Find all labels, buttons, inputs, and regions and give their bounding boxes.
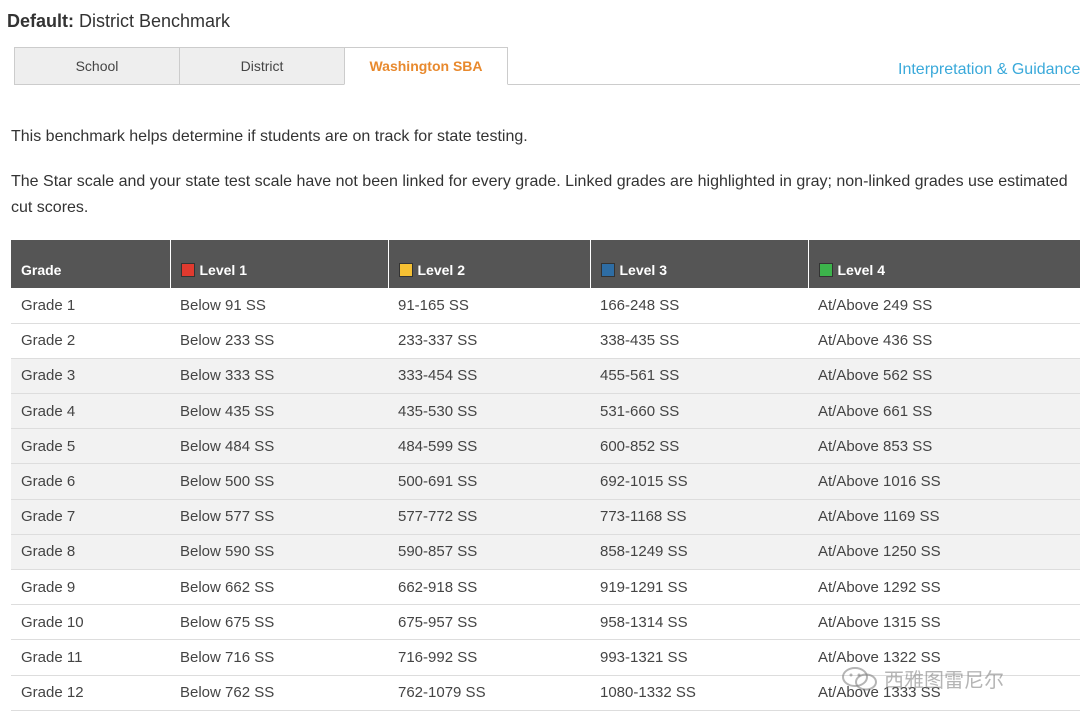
intro-text-2: The Star scale and your state test scale… xyxy=(11,173,1068,216)
cell-level-4: At/Above 562 SS xyxy=(808,358,1080,395)
cell-level-1: Below 435 SS xyxy=(170,393,388,430)
tab-washington-sba[interactable]: Washington SBA xyxy=(344,47,508,85)
cell-grade: Grade 9 xyxy=(11,569,170,606)
table-row: Grade 9 Below 662 SS 662-918 SS 919-1291 SS… xyxy=(11,569,1080,606)
cell-level-2: 333-454 SS xyxy=(388,358,590,395)
cell-grade: Grade 1 xyxy=(11,288,170,324)
header-level-2-label: Level 2 xyxy=(417,262,465,278)
cell-level-3: 338-435 SS xyxy=(590,323,808,359)
cell-level-1: Below 484 SS xyxy=(170,428,388,465)
cell-level-3: 166-248 SS xyxy=(590,288,808,324)
cell-level-1: Below 91 SS xyxy=(170,288,388,324)
header-grade: Grade xyxy=(11,240,170,288)
header-level-3: Level 3 xyxy=(589,240,808,288)
cell-level-4: At/Above 249 SS xyxy=(808,288,1080,324)
watermark: 西雅图雷尼尔 xyxy=(840,664,1004,693)
benchmark-table: Grade Level 1 Level 2 Level 3 Level 4 Gr… xyxy=(11,240,1080,711)
table-row: Grade 4 Below 435 SS 435-530 SS 531-660 SS A… xyxy=(11,393,1080,430)
default-benchmark-line: Default: District Benchmark xyxy=(7,11,230,32)
header-level-1: Level 1 xyxy=(169,240,388,288)
cell-level-1: Below 333 SS xyxy=(170,358,388,395)
table-row: Grade 3 Below 333 SS 333-454 SS 455-561 SS A… xyxy=(11,358,1080,395)
level-1-swatch xyxy=(180,263,195,277)
cell-level-1: Below 577 SS xyxy=(170,499,388,535)
cell-level-2: 435-530 SS xyxy=(388,393,590,430)
header-level-1-label: Level 1 xyxy=(199,262,247,278)
tab-school[interactable]: School xyxy=(14,47,180,85)
wechat-icon xyxy=(842,666,877,690)
default-value: District Benchmark xyxy=(79,11,231,31)
table-row: Grade 5 Below 484 SS 484-599 SS 600-852 SS A… xyxy=(11,428,1080,465)
cell-level-2: 91-165 SS xyxy=(388,288,590,324)
header-level-3-label: Level 3 xyxy=(619,262,667,278)
cell-grade: Grade 12 xyxy=(11,675,170,711)
cell-level-3: 993-1321 SS xyxy=(590,639,808,676)
cell-level-1: Below 233 SS xyxy=(170,323,388,359)
cell-level-1: Below 675 SS xyxy=(170,604,388,641)
cell-level-2: 577-772 SS xyxy=(388,499,590,535)
header-level-2: Level 2 xyxy=(387,240,590,288)
watermark-text: 西雅图雷尼尔 xyxy=(884,670,1004,692)
level-2-swatch xyxy=(398,263,413,277)
cell-level-2: 233-337 SS xyxy=(388,323,590,359)
cell-level-1: Below 716 SS xyxy=(170,639,388,676)
intro-text-1: This benchmark helps determine if studen… xyxy=(11,128,528,145)
table-header-row: Grade Level 1 Level 2 Level 3 Level 4 xyxy=(11,240,1080,288)
cell-grade: Grade 8 xyxy=(11,534,170,571)
cell-level-4: At/Above 661 SS xyxy=(808,393,1080,430)
cell-grade: Grade 4 xyxy=(11,393,170,430)
cell-grade: Grade 5 xyxy=(11,428,170,465)
cell-level-2: 675-957 SS xyxy=(388,604,590,641)
cell-level-1: Below 662 SS xyxy=(170,569,388,606)
cell-level-3: 692-1015 SS xyxy=(590,463,808,500)
cell-level-2: 484-599 SS xyxy=(388,428,590,465)
cell-level-4: At/Above 1250 SS xyxy=(808,534,1080,571)
table-row: Grade 8 Below 590 SS 590-857 SS 858-1249 SS… xyxy=(11,534,1080,571)
default-label: Default: xyxy=(7,11,74,31)
cell-level-4: At/Above 436 SS xyxy=(808,323,1080,359)
cell-level-4: At/Above 1169 SS xyxy=(808,499,1080,535)
cell-level-1: Below 590 SS xyxy=(170,534,388,571)
level-4-swatch xyxy=(818,263,833,277)
cell-level-2: 716-992 SS xyxy=(388,639,590,676)
cell-level-2: 500-691 SS xyxy=(388,463,590,500)
cell-level-3: 958-1314 SS xyxy=(590,604,808,641)
cell-grade: Grade 7 xyxy=(11,499,170,535)
cell-level-1: Below 500 SS xyxy=(170,463,388,500)
cell-level-2: 590-857 SS xyxy=(388,534,590,571)
cell-level-3: 1080-1332 SS xyxy=(590,675,808,711)
header-grade-label: Grade xyxy=(21,262,62,278)
cell-level-3: 600-852 SS xyxy=(590,428,808,465)
header-level-4-label: Level 4 xyxy=(837,262,885,278)
cell-level-3: 858-1249 SS xyxy=(590,534,808,571)
cell-level-3: 455-561 SS xyxy=(590,358,808,395)
cell-level-4: At/Above 1016 SS xyxy=(808,463,1080,500)
cell-grade: Grade 6 xyxy=(11,463,170,500)
tab-district[interactable]: District xyxy=(179,47,345,85)
cell-level-2: 662-918 SS xyxy=(388,569,590,606)
cell-grade: Grade 2 xyxy=(11,323,170,359)
cell-level-3: 773-1168 SS xyxy=(590,499,808,535)
level-3-swatch xyxy=(600,263,615,277)
table-row: Grade 2 Below 233 SS 233-337 SS 338-435 SS A… xyxy=(11,323,1080,359)
cell-grade: Grade 3 xyxy=(11,358,170,395)
interpretation-guidance-link[interactable]: Interpretation & Guidance xyxy=(898,61,1080,79)
table-row: Grade 7 Below 577 SS 577-772 SS 773-1168 SS… xyxy=(11,499,1080,535)
cell-grade: Grade 11 xyxy=(11,639,170,676)
table-row: Grade 1 Below 91 SS 91-165 SS 166-248 SS At/… xyxy=(11,288,1080,324)
cell-level-2: 762-1079 SS xyxy=(388,675,590,711)
cell-level-1: Below 762 SS xyxy=(170,675,388,711)
cell-level-4: At/Above 1315 SS xyxy=(808,604,1080,641)
cell-level-3: 919-1291 SS xyxy=(590,569,808,606)
table-row: Grade 6 Below 500 SS 500-691 SS 692-1015 SS… xyxy=(11,463,1080,500)
header-level-4: Level 4 xyxy=(807,240,1080,288)
cell-level-4: At/Above 1292 SS xyxy=(808,569,1080,606)
cell-level-3: 531-660 SS xyxy=(590,393,808,430)
cell-level-4: At/Above 853 SS xyxy=(808,428,1080,465)
table-row: Grade 10 Below 675 SS 675-957 SS 958-1314 S… xyxy=(11,604,1080,641)
cell-grade: Grade 10 xyxy=(11,604,170,641)
